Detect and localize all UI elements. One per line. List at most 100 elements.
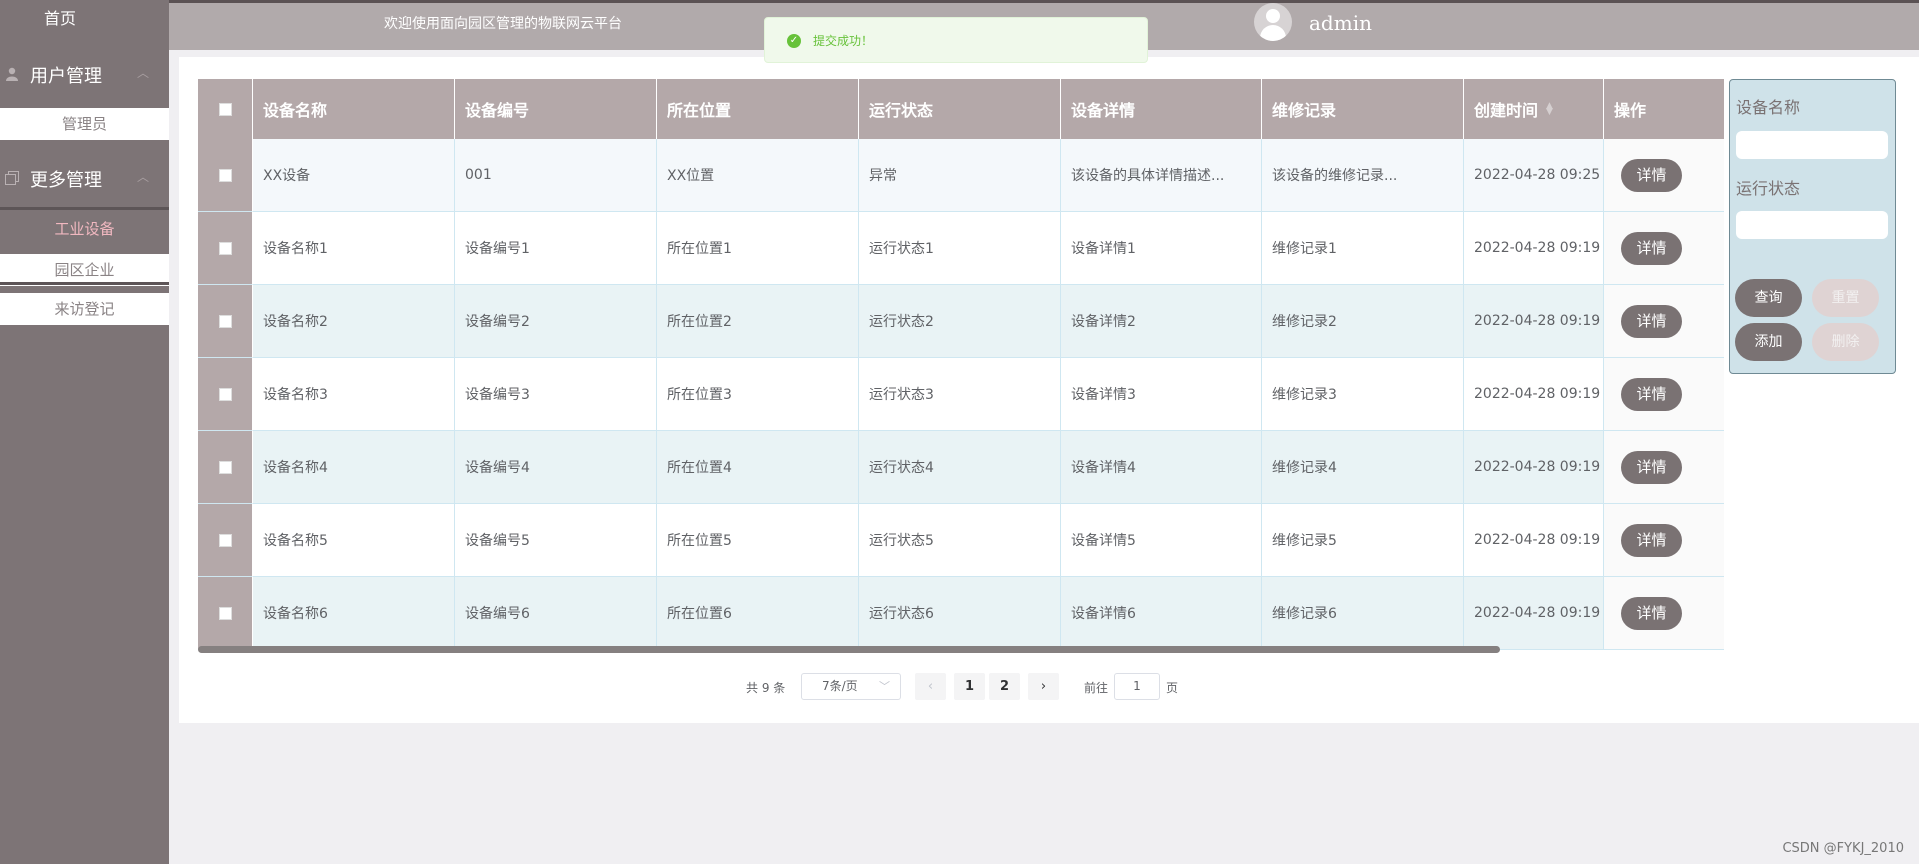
cell-actions: 详情 xyxy=(1604,431,1724,504)
sidebar-group-more-management[interactable]: 更多管理 ︿ xyxy=(0,156,169,200)
cell-status: 运行状态5 xyxy=(859,504,1061,577)
detail-button[interactable]: 详情 xyxy=(1621,304,1682,338)
col-header-status[interactable]: 运行状态 xyxy=(859,79,1061,139)
chevron-up-icon: ︿ xyxy=(136,170,149,184)
divider xyxy=(0,207,169,210)
cell-repair: 维修记录5 xyxy=(1262,504,1464,577)
horizontal-scrollbar[interactable] xyxy=(198,646,1500,653)
row-checkbox[interactable] xyxy=(218,606,232,620)
cell-actions: 详情 xyxy=(1604,577,1724,650)
cell-created: 2022-04-28 09:19 xyxy=(1464,504,1604,577)
sidebar-item-industrial-equipment[interactable]: 工业设备 xyxy=(0,213,169,245)
cell-created: 2022-04-28 09:19 xyxy=(1464,285,1604,358)
table-row[interactable]: 设备名称2 设备编号2 所在位置2 运行状态2 设备详情2 维修记录2 2022-04-28… xyxy=(198,285,1724,358)
row-select-cell xyxy=(198,504,253,577)
query-button[interactable]: 查询 xyxy=(1735,279,1802,317)
cell-repair: 该设备的维修记录... xyxy=(1262,139,1464,212)
add-button[interactable]: 添加 xyxy=(1735,323,1802,361)
name-search-input[interactable] xyxy=(1736,131,1888,159)
row-select-cell xyxy=(198,431,253,504)
col-header-repair[interactable]: 维修记录 xyxy=(1262,79,1464,139)
cell-created: 2022-04-28 09:19 xyxy=(1464,212,1604,285)
prev-page-button[interactable]: ‹ xyxy=(915,673,946,700)
avatar[interactable] xyxy=(1254,3,1292,41)
table-row[interactable]: 设备名称6 设备编号6 所在位置6 运行状态6 设备详情6 维修记录6 2022-04-28… xyxy=(198,577,1724,650)
cell-details: 设备详情6 xyxy=(1061,577,1262,650)
divider xyxy=(0,282,169,285)
cell-code: 设备编号6 xyxy=(455,577,657,650)
page-size-value: 7条/页 xyxy=(822,679,858,693)
next-page-button[interactable]: › xyxy=(1028,673,1059,700)
row-checkbox[interactable] xyxy=(218,314,232,328)
cell-repair: 维修记录6 xyxy=(1262,577,1464,650)
detail-button[interactable]: 详情 xyxy=(1621,523,1682,557)
cell-name: 设备名称1 xyxy=(253,212,455,285)
row-checkbox[interactable] xyxy=(218,241,232,255)
cell-location: 所在位置1 xyxy=(657,212,859,285)
row-checkbox[interactable] xyxy=(218,460,232,474)
page-size-select[interactable]: 7条/页 ﹀ xyxy=(801,673,901,700)
table-row[interactable]: 设备名称4 设备编号4 所在位置4 运行状态4 设备详情4 维修记录4 2022-04-28… xyxy=(198,431,1724,504)
row-checkbox[interactable] xyxy=(218,387,232,401)
cell-created: 2022-04-28 09:19 xyxy=(1464,358,1604,431)
cell-repair: 维修记录1 xyxy=(1262,212,1464,285)
detail-button[interactable]: 详情 xyxy=(1621,377,1682,411)
watermark: CSDN @FYKJ_2010 xyxy=(1782,841,1904,856)
col-header-details[interactable]: 设备详情 xyxy=(1061,79,1262,139)
row-select-cell xyxy=(198,577,253,650)
col-header-created[interactable]: 创建时间 ▲ ▼ xyxy=(1464,79,1604,139)
reset-button[interactable]: 重置 xyxy=(1812,279,1879,317)
cell-code: 设备编号1 xyxy=(455,212,657,285)
search-panel: 设备名称 运行状态 查询 重置 添加 删除 xyxy=(1729,79,1896,374)
detail-button[interactable]: 详情 xyxy=(1621,158,1682,192)
cell-code: 001 xyxy=(455,139,657,212)
col-header-name[interactable]: 设备名称 xyxy=(253,79,455,139)
chevron-up-icon: ︿ xyxy=(136,66,149,80)
cell-name: 设备名称4 xyxy=(253,431,455,504)
cell-location: 所在位置4 xyxy=(657,431,859,504)
cell-repair: 维修记录2 xyxy=(1262,285,1464,358)
sidebar-item-home[interactable]: 首页 xyxy=(0,0,120,38)
detail-button[interactable]: 详情 xyxy=(1621,450,1682,484)
table-row[interactable]: 设备名称5 设备编号5 所在位置5 运行状态5 设备详情5 维修记录5 2022-04-28… xyxy=(198,504,1724,577)
cell-actions: 详情 xyxy=(1604,358,1724,431)
detail-button[interactable]: 详情 xyxy=(1621,231,1682,265)
goto-page-input[interactable]: 1 xyxy=(1114,673,1160,700)
sidebar-group-label: 用户管理 xyxy=(30,66,102,87)
delete-button[interactable]: 删除 xyxy=(1812,323,1879,361)
chevron-down-icon: ﹀ xyxy=(879,680,890,693)
cell-repair: 维修记录3 xyxy=(1262,358,1464,431)
success-toast: ✓ 提交成功！ xyxy=(764,17,1148,63)
table-row[interactable]: 设备名称1 设备编号1 所在位置1 运行状态1 设备详情1 维修记录1 2022-04-28… xyxy=(198,212,1724,285)
check-icon: ✓ xyxy=(787,34,801,48)
col-header-code[interactable]: 设备编号 xyxy=(455,79,657,139)
select-all-cell xyxy=(198,79,253,139)
table-row[interactable]: 设备名称3 设备编号3 所在位置3 运行状态3 设备详情3 维修记录3 2022-04-28… xyxy=(198,358,1724,431)
username[interactable]: admin xyxy=(1309,11,1372,35)
page-button-2[interactable]: 2 xyxy=(989,673,1020,700)
row-checkbox[interactable] xyxy=(218,533,232,547)
cell-actions: 详情 xyxy=(1604,285,1724,358)
col-header-location[interactable]: 所在位置 xyxy=(657,79,859,139)
sidebar-item-admin[interactable]: 管理员 xyxy=(0,108,169,140)
copy-icon xyxy=(5,171,19,185)
sidebar-item-visitor-registration[interactable]: 来访登记 xyxy=(0,293,169,325)
cell-actions: 详情 xyxy=(1604,139,1724,212)
status-search-input[interactable] xyxy=(1736,211,1888,239)
avatar-head xyxy=(1266,9,1280,23)
status-label: 运行状态 xyxy=(1736,179,1801,198)
cell-location: 所在位置5 xyxy=(657,504,859,577)
row-checkbox[interactable] xyxy=(218,168,232,182)
cell-status: 运行状态6 xyxy=(859,577,1061,650)
detail-button[interactable]: 详情 xyxy=(1621,596,1682,630)
cell-code: 设备编号4 xyxy=(455,431,657,504)
table-row[interactable]: XX设备 001 XX位置 异常 该设备的具体详情描述... 该设备的维修记录... 202… xyxy=(198,139,1724,212)
sidebar-group-user-management[interactable]: 用户管理 ︿ xyxy=(0,52,169,96)
row-select-cell xyxy=(198,212,253,285)
avatar-body xyxy=(1260,25,1286,41)
cell-location: XX位置 xyxy=(657,139,859,212)
sort-icon[interactable]: ▲ ▼ xyxy=(1546,102,1553,117)
select-all-checkbox[interactable] xyxy=(218,102,232,116)
cell-details: 设备详情5 xyxy=(1061,504,1262,577)
page-button-1[interactable]: 1 xyxy=(954,673,985,700)
